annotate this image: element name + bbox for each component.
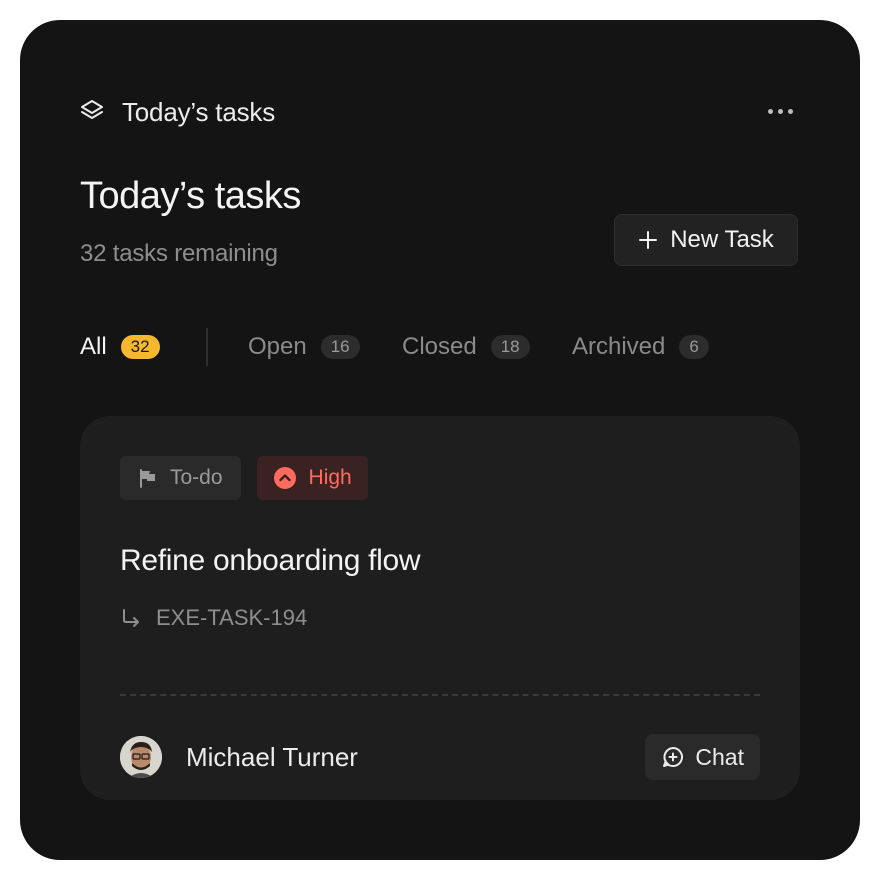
tasks-remaining: 32 tasks remaining [80, 240, 278, 267]
tab-label: Closed [402, 333, 477, 360]
tab-count: 32 [120, 335, 160, 359]
plus-icon [639, 231, 658, 249]
tab-divider [206, 328, 208, 366]
task-badges: To-do High [120, 456, 368, 500]
tab-label: Open [248, 333, 307, 360]
tab-all[interactable]: All 32 [80, 326, 160, 368]
chat-button[interactable]: Chat [645, 734, 760, 780]
more-horizontal-icon [767, 108, 773, 114]
task-id: EXE-TASK-194 [156, 605, 308, 630]
avatar [120, 736, 162, 778]
assignee-name: Michael Turner [186, 741, 358, 772]
more-options-button[interactable] [760, 98, 800, 124]
layers-icon [81, 100, 103, 119]
more-horizontal-icon [777, 108, 783, 114]
page-title: Today’s tasks [80, 175, 301, 217]
tab-archived[interactable]: Archived 6 [572, 326, 709, 368]
assignee[interactable]: Michael Turner [120, 735, 358, 779]
return-arrow-icon [123, 609, 139, 627]
task-card[interactable]: To-do High Refine onboarding flow EXE-TA… [80, 416, 800, 800]
tab-count: 18 [490, 335, 530, 359]
task-title: Refine onboarding flow [120, 544, 421, 577]
chat-plus-icon [663, 747, 684, 767]
more-horizontal-icon [787, 108, 793, 114]
new-task-button[interactable]: New Task [614, 214, 798, 266]
tab-label: Archived [572, 333, 666, 360]
tab-label: All [80, 333, 107, 360]
tab-closed[interactable]: Closed 18 [402, 326, 530, 368]
avatar-image [120, 736, 162, 778]
status-badge[interactable]: To-do [120, 456, 241, 500]
status-label: To-do [170, 466, 223, 489]
panel-header: Today’s tasks [80, 90, 800, 132]
priority-badge[interactable]: High [256, 456, 368, 500]
chevron-up-circle-icon [273, 467, 296, 489]
tab-open[interactable]: Open 16 [248, 326, 360, 368]
priority-label: High [308, 466, 352, 489]
tab-count: 16 [320, 335, 360, 359]
tab-count: 6 [679, 335, 709, 359]
task-filter-tabs: All 32 Open 16 Closed 18 Archived 6 [80, 326, 800, 368]
chat-label: Chat [695, 743, 744, 770]
new-task-label: New Task [670, 226, 774, 253]
task-id-row: EXE-TASK-194 [120, 604, 307, 632]
card-divider [120, 694, 760, 696]
panel-title: Today’s tasks [122, 97, 275, 127]
flag-icon [140, 469, 155, 488]
tasks-panel: Today’s tasks Today’s tasks 32 tasks rem… [20, 20, 860, 860]
